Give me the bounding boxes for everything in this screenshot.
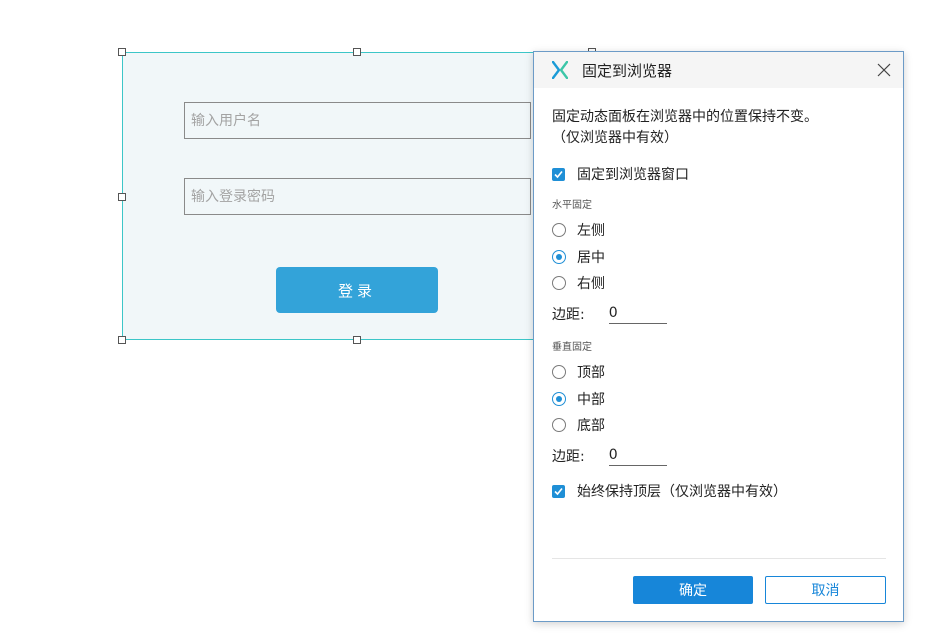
radio-bottom[interactable] [552,418,566,432]
resize-handle-bottom-center[interactable] [353,336,361,344]
horizontal-section-label: 水平固定 [552,200,592,211]
vertical-margin-row: 边距: [552,444,667,466]
description-line-2: （仅浏览器中有效） [552,130,678,146]
radio-right-label: 右侧 [577,276,605,292]
pin-to-browser-checkbox[interactable] [552,167,565,181]
always-on-top-label: 始终保持顶层（仅浏览器中有效） [577,484,787,500]
checkmark-icon [554,170,563,178]
vertical-margin-label: 边距: [552,449,585,465]
close-icon [877,63,891,77]
resize-handle-bottom-left[interactable] [118,336,126,344]
always-on-top-checkbox-row[interactable]: 始终保持顶层（仅浏览器中有效） [552,481,787,501]
resize-handle-top-left[interactable] [118,48,126,56]
radio-top-label: 顶部 [577,365,605,381]
radio-right-row[interactable]: 右侧 [552,273,605,293]
footer-divider [552,558,886,559]
pin-to-browser-checkbox-row[interactable]: 固定到浏览器窗口 [552,164,689,184]
radio-center[interactable] [552,250,566,264]
horizontal-margin-input[interactable] [608,302,667,324]
dialog-description: 固定动态面板在浏览器中的位置保持不变。 （仅浏览器中有效） [552,107,892,149]
password-input[interactable] [184,178,531,215]
checkmark-icon [554,487,563,495]
dialog-titlebar[interactable]: 固定到浏览器 [534,52,903,88]
pin-to-browser-dialog: 固定到浏览器 固定动态面板在浏览器中的位置保持不变。 （仅浏览器中有效） 固定到… [533,51,904,622]
close-button[interactable] [873,59,895,81]
design-canvas: 登录 固定到浏览器 固定动态面板在浏览器中的位置保持不变。 （仅浏览器中有效） [0,0,945,637]
radio-center-row[interactable]: 居中 [552,247,605,267]
horizontal-margin-row: 边距: [552,302,667,324]
radio-middle-label: 中部 [577,392,605,408]
username-input[interactable] [184,102,531,139]
radio-right[interactable] [552,276,566,290]
pin-to-browser-label: 固定到浏览器窗口 [577,167,689,183]
always-on-top-checkbox[interactable] [552,484,565,498]
radio-left[interactable] [552,223,566,237]
login-button[interactable]: 登录 [276,267,438,313]
cancel-button[interactable]: 取消 [765,576,886,604]
radio-middle-row[interactable]: 中部 [552,389,605,409]
horizontal-margin-label: 边距: [552,307,585,323]
radio-center-label: 居中 [577,250,605,266]
resize-handle-top-center[interactable] [353,48,361,56]
dialog-title: 固定到浏览器 [582,62,673,80]
radio-middle[interactable] [552,392,566,406]
radio-top-row[interactable]: 顶部 [552,362,605,382]
axure-x-icon [552,61,568,79]
ok-button[interactable]: 确定 [633,576,753,604]
vertical-margin-input[interactable] [608,444,667,466]
radio-left-label: 左侧 [577,223,605,239]
description-line-1: 固定动态面板在浏览器中的位置保持不变。 [552,109,818,125]
radio-bottom-row[interactable]: 底部 [552,415,605,435]
vertical-section-label: 垂直固定 [552,342,592,353]
radio-left-row[interactable]: 左侧 [552,220,605,240]
radio-top[interactable] [552,365,566,379]
radio-bottom-label: 底部 [577,418,605,434]
resize-handle-middle-left[interactable] [118,193,126,201]
